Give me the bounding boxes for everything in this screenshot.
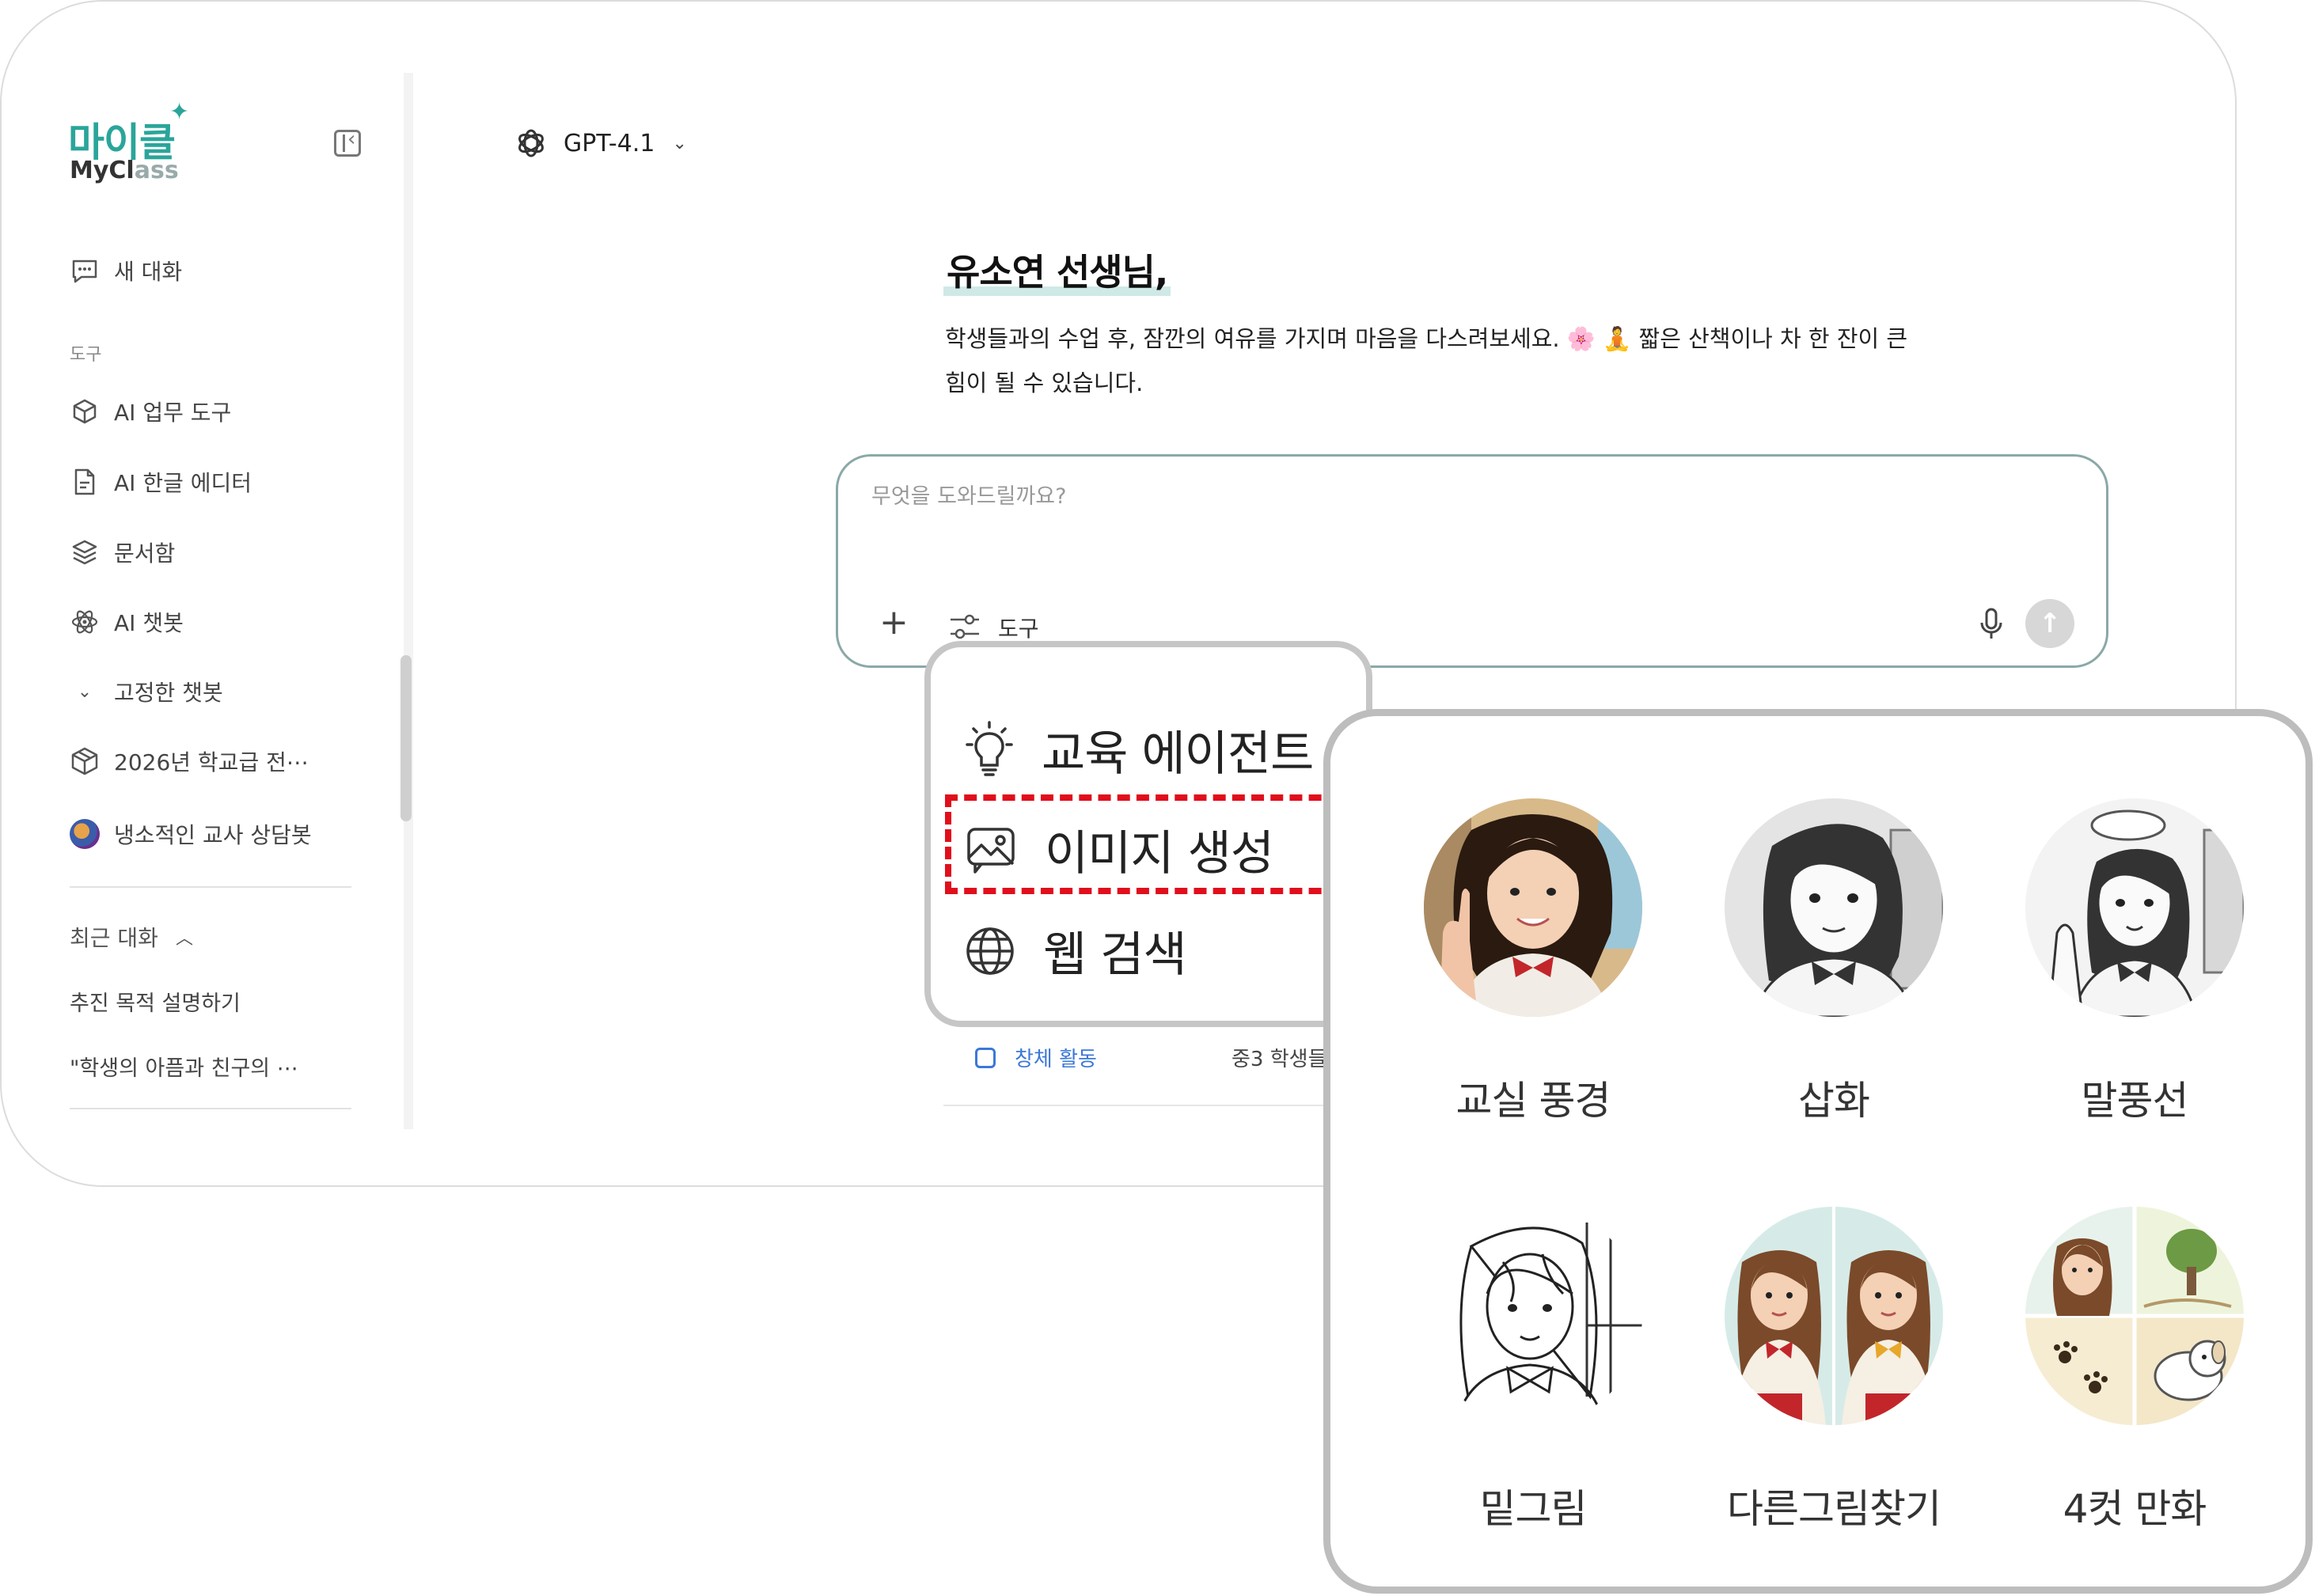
chat-input-placeholder[interactable]: 무엇을 도와드릴까요? bbox=[871, 479, 1066, 510]
style-label: 밑그림 bbox=[1479, 1486, 1588, 1532]
sidebar-item-ai-hangul-editor[interactable]: AI 한글 에디터 bbox=[70, 466, 252, 498]
box-icon bbox=[70, 746, 100, 776]
tools-section-label: 도구 bbox=[70, 345, 102, 365]
sparkle-icon: ✦ bbox=[169, 98, 190, 126]
chip-label: 창체 활동 bbox=[1015, 1048, 1097, 1071]
tool-menu-popup: 교육 에이전트 이미지 생성 웹 검색 bbox=[924, 641, 1372, 1027]
divider bbox=[943, 1105, 1339, 1106]
divider bbox=[70, 886, 351, 888]
new-chat-button[interactable]: 새 대화 bbox=[70, 255, 182, 286]
recent-header-label: 최근 대화 bbox=[70, 925, 158, 951]
pinned-header-label: 고정한 챗봇 bbox=[114, 680, 223, 706]
layers-icon bbox=[70, 537, 100, 567]
globe-icon bbox=[966, 927, 1014, 975]
divider bbox=[70, 1108, 351, 1109]
greeting-title: 유소연 선생님, bbox=[943, 244, 1171, 296]
new-chat-label: 새 대화 bbox=[114, 259, 183, 285]
model-selector[interactable]: GPT-4.1 ⌄ bbox=[514, 127, 687, 160]
logo-en-bold: MyCl bbox=[70, 157, 135, 184]
openai-icon bbox=[518, 129, 544, 157]
sliders-icon bbox=[951, 614, 979, 639]
image-icon bbox=[967, 827, 1015, 874]
chart-icon bbox=[975, 1047, 996, 1068]
greeting-line: 학생들과의 수업 후, 잠깐의 여유를 가지며 마음을 다스려보세요. 🌸 🧘 … bbox=[945, 325, 1908, 352]
four-panel-comic-thumbnail bbox=[2025, 1207, 2244, 1425]
tool-menu-item-web-search[interactable]: 웹 검색 bbox=[964, 916, 1187, 985]
illustration-thumbnail bbox=[1725, 798, 1943, 1017]
style-card-sketch[interactable]: 밑그림 bbox=[1391, 1207, 1676, 1534]
style-card-speech-bubble[interactable]: 말풍선 bbox=[1992, 798, 2277, 1126]
style-label: 말풍선 bbox=[2081, 1078, 2189, 1124]
recent-chats-toggle[interactable]: 최근 대화 ︿ bbox=[70, 921, 193, 953]
tool-menu-item-education-agent[interactable]: 교육 에이전트 bbox=[964, 715, 1314, 784]
logo-english: MyClass bbox=[70, 157, 179, 184]
greeting-body: 학생들과의 수업 후, 잠깐의 여유를 가지며 마음을 다스려보세요. 🌸 🧘 … bbox=[945, 317, 1998, 405]
sidebar-item-label: AI 챗봇 bbox=[114, 610, 184, 636]
recent-chat-item[interactable]: 추진 목적 설명하기 bbox=[70, 986, 241, 1017]
pinned-chatbots-toggle[interactable]: ⌄ 고정한 챗봇 bbox=[70, 676, 223, 707]
logo-en-light: ass bbox=[134, 157, 179, 184]
pinned-chatbot-item[interactable]: 2026년 학교급 전⋯ bbox=[70, 745, 309, 777]
sidebar-item-ai-chatbot[interactable]: AI 챗봇 bbox=[70, 606, 184, 638]
chevron-down-icon: ⌄ bbox=[77, 681, 93, 702]
sidebar-item-ai-work-tools[interactable]: AI 업무 도구 bbox=[70, 396, 231, 427]
chat-bubble-icon bbox=[70, 256, 100, 286]
style-card-four-panel-comic[interactable]: 4컷 만화 bbox=[1992, 1207, 2277, 1534]
suggestion-chip[interactable]: 중3 학생들 bbox=[1232, 1043, 1327, 1072]
document-icon bbox=[70, 467, 100, 497]
spot-difference-thumbnail bbox=[1725, 1207, 1943, 1425]
suggestion-chip[interactable]: 창체 활동 bbox=[975, 1043, 1097, 1072]
pinned-chatbot-label: 2026년 학교급 전⋯ bbox=[114, 749, 309, 775]
tool-menu-label: 이미지 생성 bbox=[1045, 826, 1274, 881]
style-label: 4컷 만화 bbox=[2063, 1486, 2207, 1532]
microphone-icon bbox=[1980, 608, 2002, 639]
sidebar-item-label: 문서함 bbox=[114, 540, 176, 567]
cube-icon bbox=[70, 396, 100, 426]
tools-label: 도구 bbox=[998, 616, 1039, 642]
classroom-thumbnail bbox=[1424, 798, 1642, 1017]
collapse-sidebar-icon[interactable] bbox=[334, 127, 361, 157]
pinned-chatbot-item[interactable]: 냉소적인 교사 상담봇 bbox=[70, 818, 312, 850]
chevron-up-icon: ︿ bbox=[175, 929, 193, 949]
style-card-illustration[interactable]: 삽화 bbox=[1691, 798, 1976, 1126]
style-label: 삽화 bbox=[1798, 1078, 1870, 1124]
tool-menu-label: 웹 검색 bbox=[1043, 927, 1187, 983]
sidebar bbox=[2, 73, 413, 1129]
add-attachment-button[interactable]: + bbox=[879, 602, 909, 643]
style-label: 교실 풍경 bbox=[1455, 1078, 1611, 1124]
avatar bbox=[70, 819, 100, 849]
lightbulb-icon bbox=[966, 720, 1013, 776]
microphone-button[interactable] bbox=[1978, 607, 2005, 645]
tool-menu-item-image-generation[interactable]: 이미지 생성 bbox=[964, 815, 1274, 884]
recent-chat-item[interactable]: "학생의 아픔과 친구의 ⋯ bbox=[70, 1051, 298, 1082]
style-card-spot-the-difference[interactable]: 다른그림찾기 bbox=[1691, 1207, 1976, 1534]
pinned-chatbot-label: 냉소적인 교사 상담봇 bbox=[114, 822, 312, 848]
sidebar-item-documents[interactable]: 문서함 bbox=[70, 536, 175, 568]
greeting-line: 힘이 될 수 있습니다. bbox=[945, 370, 1144, 396]
send-button[interactable]: ↑ bbox=[2025, 599, 2074, 648]
chip-label: 중3 학생들 bbox=[1232, 1048, 1327, 1071]
sidebar-scrollbar[interactable] bbox=[400, 655, 412, 821]
tools-button[interactable]: 도구 bbox=[949, 612, 1039, 643]
sidebar-item-label: AI 한글 에디터 bbox=[114, 470, 252, 496]
image-style-panel: 교실 풍경 삽화 말풍선 밑그림 다른그림찾기 4컷 만화 bbox=[1323, 709, 2313, 1594]
tool-menu-label: 교육 에이전트 bbox=[1042, 726, 1314, 782]
arrow-up-icon: ↑ bbox=[2038, 608, 2062, 639]
chat-input-box[interactable]: 무엇을 도와드릴까요? + 도구 ↑ bbox=[836, 454, 2108, 668]
atom-icon bbox=[70, 607, 100, 637]
model-name: GPT-4.1 bbox=[564, 129, 655, 157]
sketch-thumbnail bbox=[1424, 1207, 1642, 1425]
sidebar-item-label: AI 업무 도구 bbox=[114, 400, 232, 426]
style-label: 다른그림찾기 bbox=[1727, 1486, 1941, 1532]
chevron-down-icon: ⌄ bbox=[672, 133, 687, 154]
style-card-classroom[interactable]: 교실 풍경 bbox=[1391, 798, 1676, 1126]
speech-bubble-thumbnail bbox=[2025, 798, 2244, 1017]
